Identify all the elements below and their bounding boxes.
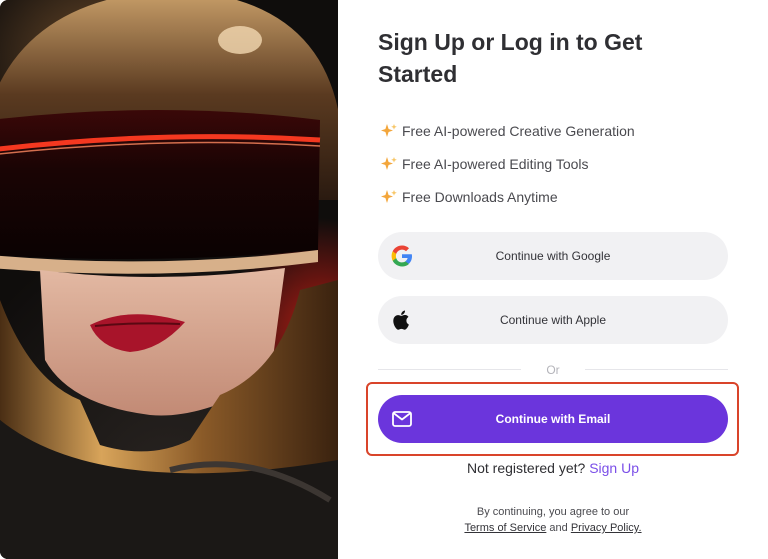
terms-of-service-link[interactable]: Terms of Service (464, 522, 546, 534)
hero-image (0, 0, 338, 559)
helmet-portrait-illustration (0, 0, 338, 559)
feature-label: Free AI-powered Editing Tools (402, 155, 589, 172)
legal-prefix: By continuing, you agree to our (476, 506, 630, 518)
divider-line-right (585, 369, 728, 370)
google-button-label: Continue with Google (495, 249, 611, 263)
sparkle-icon (381, 123, 397, 137)
or-divider: Or (378, 361, 728, 379)
sign-up-link[interactable]: Sign Up (589, 460, 639, 476)
legal-and: and (549, 522, 568, 534)
continue-with-email-button[interactable]: Continue with Email (378, 395, 728, 443)
feature-item: Free AI-powered Editing Tools (380, 147, 635, 180)
register-prompt-text: Not registered yet? (467, 460, 586, 476)
sparkle-icon (381, 189, 397, 203)
continue-with-apple-button[interactable]: Continue with Apple (378, 296, 728, 344)
page-title: Sign Up or Log in to Get Started (378, 29, 643, 87)
feature-list: Free AI-powered Creative Generation Free… (380, 114, 635, 213)
mail-icon (392, 411, 412, 427)
feature-label: Free AI-powered Creative Generation (402, 122, 635, 139)
sparkle-icon (381, 156, 397, 170)
apple-icon (393, 310, 409, 330)
email-button-label: Continue with Email (495, 412, 611, 426)
feature-label: Free Downloads Anytime (402, 188, 558, 205)
google-icon (391, 245, 412, 267)
legal-notice: By continuing, you agree to our Terms of… (378, 504, 728, 536)
apple-button-label: Continue with Apple (499, 313, 607, 327)
divider-label: Or (546, 363, 560, 377)
continue-with-google-button[interactable]: Continue with Google (378, 232, 728, 280)
privacy-policy-link[interactable]: Privacy Policy. (571, 522, 642, 534)
auth-modal: Sign Up or Log in to Get Started Free AI… (0, 0, 768, 559)
feature-item: Free Downloads Anytime (380, 180, 635, 213)
auth-panel: Sign Up or Log in to Get Started Free AI… (338, 0, 768, 559)
register-prompt: Not registered yet? Sign Up (378, 460, 728, 476)
feature-item: Free AI-powered Creative Generation (380, 114, 635, 147)
